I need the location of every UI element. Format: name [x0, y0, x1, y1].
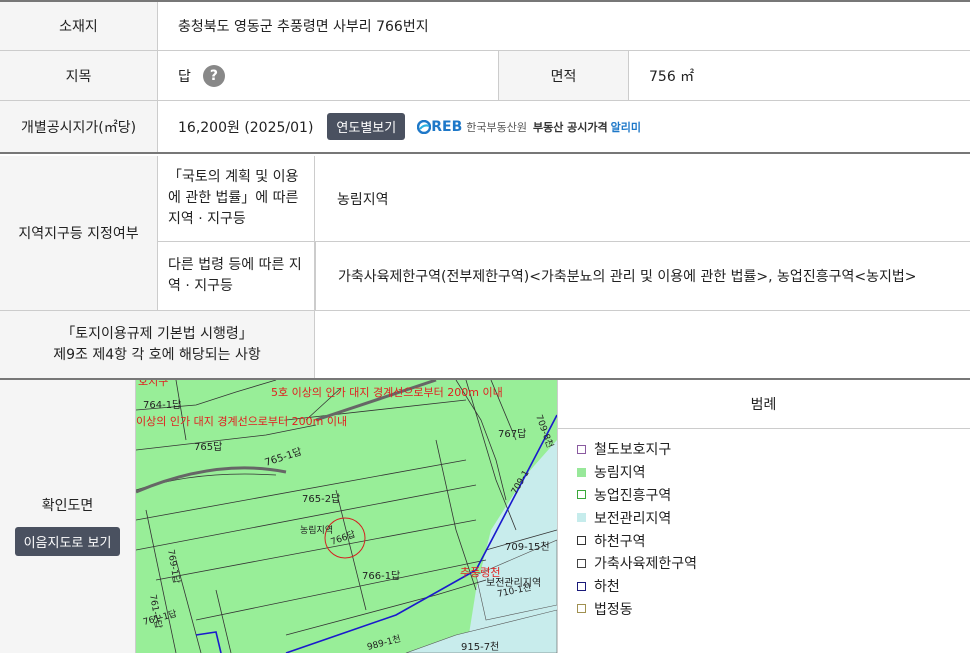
zoning-label: 지역지구등 지정여부: [0, 156, 158, 310]
map-label: 915-7천: [461, 641, 499, 653]
legend-swatch-icon: [577, 536, 586, 546]
legend-list: 철도보호지구농림지역농업진흥구역보전관리지역하천구역가축사육제한구역하천법정동: [577, 438, 697, 620]
legend-item: 철도보호지구: [577, 438, 697, 461]
land-map[interactable]: 764-1답 765답 765-1답 765-2답 767답 709-8천 농림…: [136, 380, 558, 653]
map-red-label: 5호 이상의 인가 대지 경계선으로부터 200m 이내: [271, 386, 503, 399]
row-location: 소재지 충청북도 영동군 추풍령면 사부리 766번지: [0, 2, 970, 51]
enforcement-label-line1: 「토지이용규제 기본법 시행령」: [61, 325, 253, 342]
land-category-cell: 답 ?: [178, 51, 225, 100]
eum-map-button[interactable]: 이음지도로 보기: [14, 527, 121, 556]
map-label-cell: 확인도면 이음지도로 보기: [0, 380, 136, 653]
enforcement-label-line2: 제9조 제4항 각 호에 해당되는 사항: [53, 346, 261, 363]
land-category-label: 지목: [0, 51, 158, 100]
map-label: 709-15천: [505, 541, 550, 553]
price-label: 개별공시지가(㎡당): [0, 101, 158, 152]
reb-service: 부동산 공시가격: [532, 120, 608, 134]
legend-swatch-icon: [577, 604, 586, 614]
legend-label: 법정동: [594, 601, 633, 618]
row-map: 확인도면 이음지도로 보기 764-1답 765답 765-1답 765-2답 …: [0, 380, 970, 653]
zoning-sub1-label: 「국토의 계획 및 이용에 관한 법률」에 따른 지역 · 지구등: [158, 156, 315, 242]
map-label: 766-1답: [362, 570, 400, 582]
reb-logo-icon: REB: [417, 119, 462, 135]
legend-swatch-icon: [577, 444, 586, 454]
area-label: 면적: [498, 51, 629, 100]
legend-item: 하천: [577, 575, 697, 598]
map-label: 767답: [498, 428, 526, 440]
price-cell: 16,200원 (2025/01) 연도별보기 REB 한국부동산원 부동산 공…: [178, 101, 641, 152]
legend-item: 하천구역: [577, 529, 697, 552]
land-category-value: 답: [178, 68, 191, 85]
map-label: 765답: [194, 441, 222, 453]
area-value: 756 ㎡: [649, 68, 695, 85]
legend-label: 농업진흥구역: [594, 487, 672, 504]
legend-swatch-icon: [577, 558, 586, 568]
map-red-label: 이상의 인가 대지 경계선으로부터 200m 이내: [136, 415, 347, 428]
legend-swatch-icon: [577, 513, 586, 523]
enforcement-label: 「토지이용규제 기본법 시행령」 제9조 제4항 각 호에 해당되는 사항: [0, 311, 315, 378]
legend-item: 농업진흥구역: [577, 484, 697, 507]
legend-swatch-icon: [577, 490, 586, 500]
zoning-sub2-value: 가축사육제한구역(전부제한구역)<가축분뇨의 관리 및 이용에 관한 법률>, …: [315, 242, 970, 310]
reb-org: 한국부동산원: [466, 120, 527, 134]
legend-swatch-icon: [577, 581, 586, 591]
legend-label: 철도보호지구: [594, 442, 672, 459]
legend-label: 가축사육제한구역: [594, 556, 698, 573]
zoning-sub1-value: 농림지역: [315, 156, 970, 242]
legend-swatch-icon: [577, 467, 586, 477]
map-canvas: 764-1답 765답 765-1답 765-2답 767답 709-8천 농림…: [136, 380, 557, 653]
map-red-label: 호지구: [138, 380, 168, 388]
legend-label: 보전관리지역: [594, 510, 672, 527]
legend-item: 보전관리지역: [577, 506, 697, 529]
map-red-label: 추풍령천: [460, 565, 500, 579]
legend-label: 하천: [594, 579, 620, 596]
price-value: 16,200원 (2025/01): [178, 119, 314, 136]
row-price: 개별공시지가(㎡당) 16,200원 (2025/01) 연도별보기 REB 한…: [0, 101, 970, 154]
map-label: 765-2답: [302, 493, 340, 505]
row-enforcement: 「토지이용규제 기본법 시행령」 제9조 제4항 각 호에 해당되는 사항: [0, 311, 970, 380]
map-label: 확인도면: [41, 498, 94, 514]
location-value: 충청북도 영동군 추풍령면 사부리 766번지: [178, 19, 429, 35]
legend-item: 농림지역: [577, 461, 697, 484]
map-label: 농림지역: [300, 524, 333, 536]
reb-logo-text: REB: [431, 118, 463, 135]
zoning-sub2-label: 다른 법령 등에 따른 지역 · 지구등: [158, 242, 315, 310]
legend-label: 농림지역: [594, 465, 646, 482]
row-zoning: 지역지구등 지정여부 「국토의 계획 및 이용에 관한 법률」에 따른 지역 ·…: [0, 156, 970, 311]
land-info-table: 소재지 충청북도 영동군 추풍령면 사부리 766번지 지목 답 ? 면적 75…: [0, 0, 972, 653]
yearly-view-button[interactable]: 연도별보기: [327, 113, 406, 140]
legend-title: 범례: [557, 380, 970, 429]
map-label: 764-1답: [143, 399, 181, 411]
location-label: 소재지: [0, 2, 158, 50]
legend-item: 법정동: [577, 598, 697, 621]
row-category-area: 지목 답 ? 면적 756 ㎡: [0, 51, 970, 101]
help-icon[interactable]: ?: [202, 64, 225, 87]
reb-alimi-link[interactable]: REB 한국부동산원 부동산 공시가격 알리미: [417, 119, 641, 135]
legend-item: 가축사육제한구역: [577, 552, 697, 575]
legend-label: 하천구역: [594, 533, 646, 550]
reb-alimi: 알리미: [610, 120, 642, 134]
